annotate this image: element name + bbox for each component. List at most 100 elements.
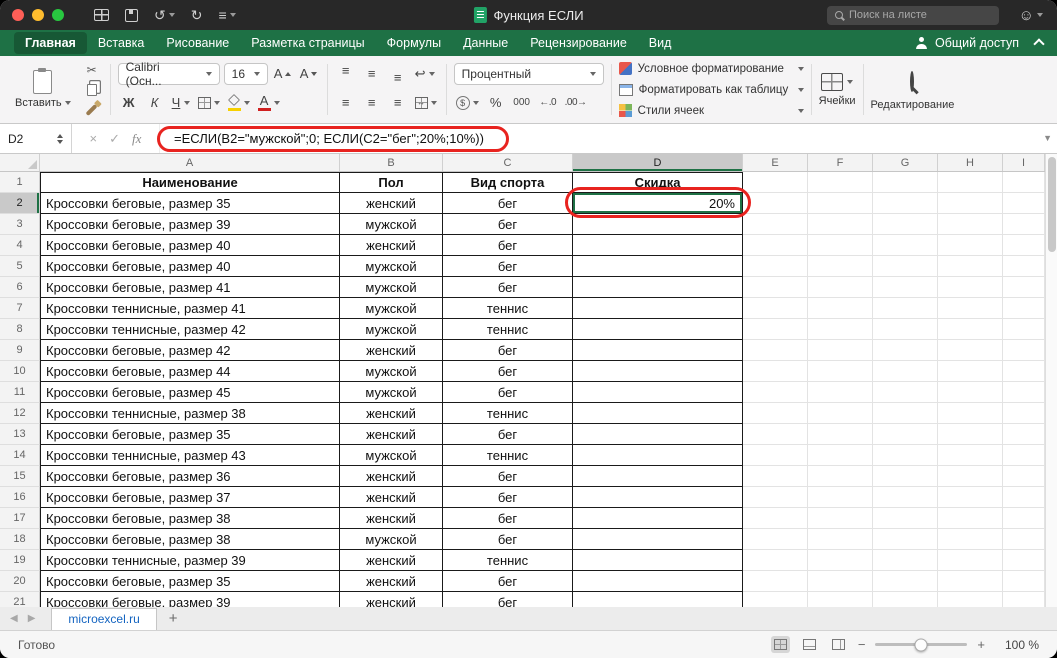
cell-G5[interactable] (873, 256, 938, 277)
align-left-button[interactable]: ≡ (335, 92, 357, 114)
cell-E10[interactable] (743, 361, 808, 382)
cell-H9[interactable] (938, 340, 1003, 361)
view-switcher-button[interactable] (94, 9, 109, 21)
format-as-table-button[interactable]: Форматировать как таблицу (619, 80, 804, 99)
cell-D3[interactable] (573, 214, 743, 235)
row-header-15[interactable]: 15 (0, 466, 40, 487)
cell-D1[interactable]: Скидка (573, 172, 743, 193)
select-all-corner[interactable] (0, 154, 40, 171)
cell-G21[interactable] (873, 592, 938, 607)
column-header-C[interactable]: C (443, 154, 573, 171)
cell-D8[interactable] (573, 319, 743, 340)
cell-E9[interactable] (743, 340, 808, 361)
cell-D14[interactable] (573, 445, 743, 466)
cell-C12[interactable]: теннис (443, 403, 573, 424)
column-header-F[interactable]: F (808, 154, 873, 171)
cell-A10[interactable]: Кроссовки беговые, размер 44 (40, 361, 340, 382)
cell-D4[interactable] (573, 235, 743, 256)
cell-C14[interactable]: теннис (443, 445, 573, 466)
cell-E21[interactable] (743, 592, 808, 607)
cell-A19[interactable]: Кроссовки теннисные, размер 39 (40, 550, 340, 571)
toolbar-menu-button[interactable]: ≡ (218, 7, 235, 23)
merge-center-button[interactable]: ↔ (413, 92, 439, 114)
name-box[interactable]: D2 (0, 124, 72, 153)
cell-E19[interactable] (743, 550, 808, 571)
row-header-20[interactable]: 20 (0, 571, 40, 592)
cell-G17[interactable] (873, 508, 938, 529)
underline-button[interactable]: Ч (170, 92, 192, 114)
cell-H13[interactable] (938, 424, 1003, 445)
cell-F15[interactable] (808, 466, 873, 487)
cell-A17[interactable]: Кроссовки беговые, размер 38 (40, 508, 340, 529)
cells-button[interactable] (821, 73, 853, 91)
cell-C4[interactable]: бег (443, 235, 573, 256)
row-header-12[interactable]: 12 (0, 403, 40, 424)
undo-button[interactable]: ↺ (154, 7, 175, 24)
paste-dropdown-icon[interactable] (65, 101, 71, 105)
zoom-slider[interactable] (875, 643, 967, 646)
cell-A20[interactable]: Кроссовки беговые, размер 35 (40, 571, 340, 592)
cell-I9[interactable] (1003, 340, 1045, 361)
cell-I15[interactable] (1003, 466, 1045, 487)
cell-C13[interactable]: бег (443, 424, 573, 445)
cell-D5[interactable] (573, 256, 743, 277)
cell-B17[interactable]: женский (340, 508, 443, 529)
cell-F13[interactable] (808, 424, 873, 445)
cell-A1[interactable]: Наименование (40, 172, 340, 193)
sheet-search-input[interactable]: Поиск на листе (827, 6, 999, 25)
cell-B2[interactable]: женский (340, 193, 443, 214)
cell-I2[interactable] (1003, 193, 1045, 214)
cell-I14[interactable] (1003, 445, 1045, 466)
row-header-21[interactable]: 21 (0, 592, 40, 607)
cell-B4[interactable]: женский (340, 235, 443, 256)
cell-I7[interactable] (1003, 298, 1045, 319)
cell-E1[interactable] (743, 172, 808, 193)
percent-format-button[interactable]: % (485, 92, 507, 114)
cell-G8[interactable] (873, 319, 938, 340)
decrease-decimal-button[interactable]: .00→ (563, 92, 589, 114)
cell-H18[interactable] (938, 529, 1003, 550)
row-header-14[interactable]: 14 (0, 445, 40, 466)
cell-D2[interactable]: 20% (573, 193, 743, 214)
cell-I10[interactable] (1003, 361, 1045, 382)
cell-H5[interactable] (938, 256, 1003, 277)
wrap-text-button[interactable]: ↩ (413, 63, 437, 85)
cell-E8[interactable] (743, 319, 808, 340)
cell-F2[interactable] (808, 193, 873, 214)
cell-A5[interactable]: Кроссовки беговые, размер 40 (40, 256, 340, 277)
row-header-5[interactable]: 5 (0, 256, 40, 277)
cell-H7[interactable] (938, 298, 1003, 319)
vertical-scrollbar[interactable] (1045, 154, 1057, 607)
cell-C19[interactable]: теннис (443, 550, 573, 571)
cell-I1[interactable] (1003, 172, 1045, 193)
cell-G18[interactable] (873, 529, 938, 550)
cell-E16[interactable] (743, 487, 808, 508)
tab-glavnaya[interactable]: Главная (14, 32, 87, 54)
align-middle-button[interactable]: ≡ (361, 63, 383, 85)
align-top-button[interactable]: ≡ (335, 63, 357, 85)
font-color-button[interactable]: A (256, 92, 282, 114)
cell-G19[interactable] (873, 550, 938, 571)
cell-B9[interactable]: женский (340, 340, 443, 361)
thousands-format-button[interactable]: 000 (511, 92, 533, 114)
cell-C7[interactable]: теннис (443, 298, 573, 319)
cell-I19[interactable] (1003, 550, 1045, 571)
page-layout-view-button[interactable] (800, 636, 819, 653)
cell-B1[interactable]: Пол (340, 172, 443, 193)
cell-B8[interactable]: мужской (340, 319, 443, 340)
cell-H2[interactable] (938, 193, 1003, 214)
cell-A12[interactable]: Кроссовки теннисные, размер 38 (40, 403, 340, 424)
cell-I21[interactable] (1003, 592, 1045, 607)
cell-I18[interactable] (1003, 529, 1045, 550)
cell-C1[interactable]: Вид спорта (443, 172, 573, 193)
cell-D21[interactable] (573, 592, 743, 607)
cell-G10[interactable] (873, 361, 938, 382)
cell-D17[interactable] (573, 508, 743, 529)
cell-B11[interactable]: мужской (340, 382, 443, 403)
cell-styles-button[interactable]: Стили ячеек (619, 101, 804, 120)
cell-I11[interactable] (1003, 382, 1045, 403)
vertical-scrollbar-thumb[interactable] (1048, 157, 1056, 252)
cell-D6[interactable] (573, 277, 743, 298)
row-header-7[interactable]: 7 (0, 298, 40, 319)
row-header-9[interactable]: 9 (0, 340, 40, 361)
